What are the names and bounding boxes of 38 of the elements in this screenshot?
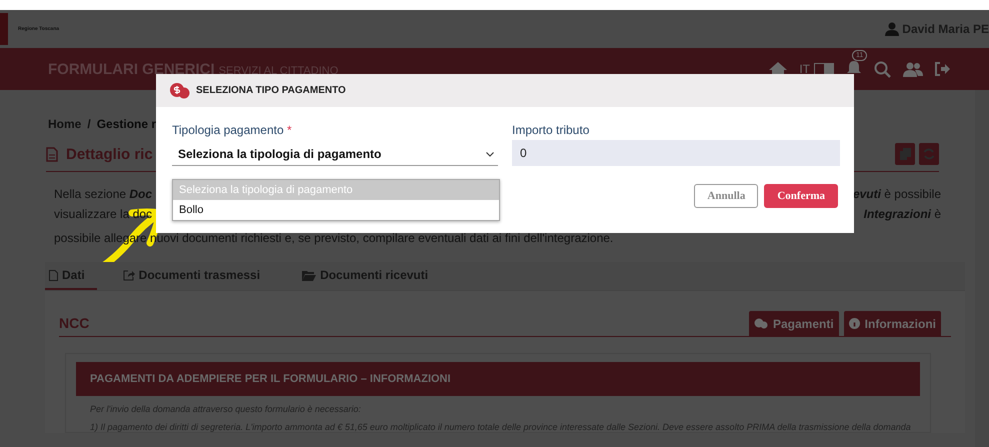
- breadcrumb-link[interactable]: Home: [48, 117, 82, 131]
- required-mark: *: [286, 123, 292, 137]
- refresh-icon: [923, 148, 935, 160]
- breadcrumb-separator: /: [87, 117, 91, 131]
- document-icon: [49, 270, 58, 280]
- bell-icon[interactable]: [846, 60, 862, 76]
- translate-icon[interactable]: [814, 63, 834, 75]
- info-icon: [848, 318, 860, 329]
- confirm-button[interactable]: Conferma: [764, 184, 838, 208]
- scrollbar[interactable]: [975, 90, 989, 447]
- payment-type-select[interactable]: Seleziona la tipologia di pagamento: [172, 143, 498, 166]
- dialog-title: SELEZIONA TIPO PAGAMENTO: [196, 85, 346, 96]
- logo-icon: [0, 13, 8, 45]
- logout-icon[interactable]: [935, 62, 951, 76]
- breadcrumb-current: Gestione r: [96, 117, 156, 131]
- intro-text: evuti è possibile: [852, 186, 941, 203]
- intro-text: Integrazioni è: [864, 206, 941, 223]
- dropdown-option[interactable]: Bollo: [173, 200, 499, 220]
- share-icon: [122, 270, 135, 280]
- panel-header: PAGAMENTI DA ADEMPIERE PER IL FORMULARIO – INFORMAZIONI: [76, 362, 920, 396]
- payments-button[interactable]: Pagamenti: [748, 311, 839, 336]
- folder-icon: [302, 270, 316, 280]
- chevron-icon: [486, 152, 494, 156]
- field-label: Tipologia pagamento: [172, 123, 284, 137]
- payment-icon: [170, 82, 190, 98]
- user-icon: [885, 22, 900, 36]
- amount-field[interactable]: 0: [512, 140, 840, 166]
- info-button[interactable]: Informazioni: [844, 311, 941, 336]
- users-icon[interactable]: [903, 62, 923, 76]
- page-title: Dettaglio ric: [66, 146, 153, 162]
- search-icon[interactable]: [874, 60, 891, 78]
- chat-icon: [754, 318, 768, 329]
- cancel-button[interactable]: Annulla: [694, 184, 758, 208]
- language-selector[interactable]: IT: [799, 62, 810, 76]
- section-title: NCC: [59, 315, 90, 333]
- intro-text: Nella sezione Doc: [54, 186, 152, 203]
- document-icon: [46, 146, 58, 162]
- field-label: Importo tributo: [512, 123, 590, 137]
